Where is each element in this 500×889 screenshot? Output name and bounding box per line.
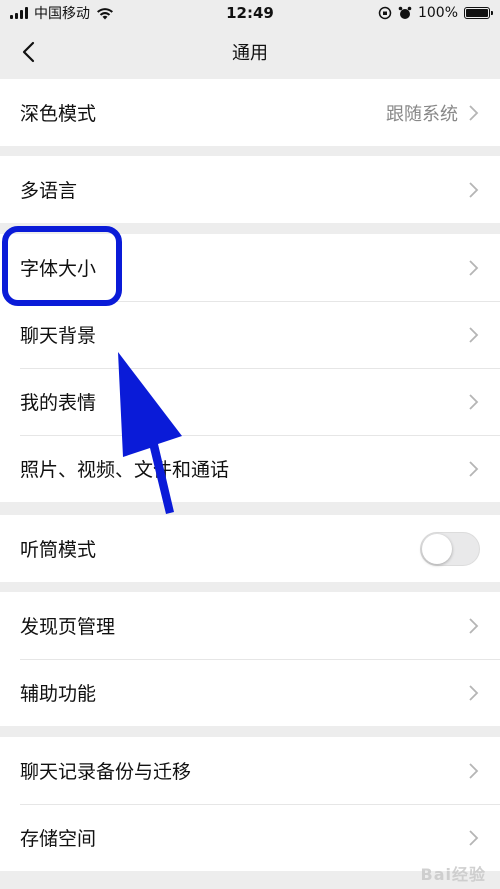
settings-group-discover: 发现页管理 辅助功能: [0, 592, 500, 726]
row-label: 发现页管理: [20, 616, 116, 638]
chevron-right-icon: [469, 104, 479, 121]
row-label: 聊天背景: [20, 325, 97, 347]
row-label: 辅助功能: [20, 683, 97, 705]
page-title: 通用: [232, 43, 268, 64]
wifi-icon: [97, 7, 113, 19]
row-label: 存储空间: [20, 828, 97, 850]
row-label: 我的表情: [20, 392, 97, 414]
language-row[interactable]: 多语言: [0, 156, 500, 223]
chevron-right-icon: [469, 684, 479, 701]
settings-group-earpiece: 听筒模式: [0, 515, 500, 582]
settings-group-chat: 字体大小 聊天背景 我的表情 照片、视频、文件和通话: [0, 234, 500, 502]
rotation-lock-icon: [378, 6, 392, 20]
earpiece-mode-row: 听筒模式: [0, 515, 500, 582]
dark-mode-row[interactable]: 深色模式 跟随系统: [0, 79, 500, 146]
row-label: 多语言: [20, 180, 78, 202]
back-button[interactable]: [12, 36, 44, 68]
alarm-icon: [398, 6, 412, 19]
chevron-right-icon: [469, 617, 479, 634]
settings-group-storage: 聊天记录备份与迁移 存储空间: [0, 737, 500, 871]
settings-group-display: 深色模式 跟随系统: [0, 79, 500, 146]
watermark-logo: Bai经验: [420, 865, 486, 884]
status-left: 中国移动: [10, 3, 114, 23]
chevron-right-icon: [469, 829, 479, 846]
row-label: 深色模式: [20, 103, 97, 125]
accessibility-row[interactable]: 辅助功能: [0, 659, 500, 726]
chevron-right-icon: [469, 326, 479, 343]
chat-backup-row[interactable]: 聊天记录备份与迁移: [0, 737, 500, 804]
media-files-calls-row[interactable]: 照片、视频、文件和通话: [0, 435, 500, 502]
battery-percentage: 100%: [417, 5, 458, 21]
toggle-knob: [422, 533, 452, 564]
row-label: 聊天记录备份与迁移: [20, 761, 192, 783]
discover-management-row[interactable]: 发现页管理: [0, 592, 500, 659]
dark-mode-value: 跟随系统: [386, 103, 458, 125]
earpiece-mode-toggle[interactable]: [420, 531, 480, 566]
signal-icon: [10, 7, 28, 19]
chevron-right-icon: [469, 762, 479, 779]
chevron-right-icon: [469, 181, 479, 198]
chevron-right-icon: [469, 393, 479, 410]
chat-background-row[interactable]: 聊天背景: [0, 301, 500, 368]
battery-icon: [464, 7, 493, 19]
status-right: 100%: [378, 5, 493, 21]
row-label: 字体大小: [20, 258, 97, 280]
font-size-row[interactable]: 字体大小: [0, 234, 500, 301]
chevron-right-icon: [469, 460, 479, 477]
carrier-label: 中国移动: [34, 6, 90, 22]
settings-group-language: 多语言: [0, 156, 500, 223]
nav-bar: 通用: [0, 26, 500, 78]
chevron-right-icon: [469, 259, 479, 276]
back-arrow-icon: [22, 41, 35, 63]
row-label: 听筒模式: [20, 539, 97, 561]
my-stickers-row[interactable]: 我的表情: [0, 368, 500, 435]
status-bar: 中国移动 100%: [0, 0, 500, 26]
row-label: 照片、视频、文件和通话: [20, 459, 230, 481]
